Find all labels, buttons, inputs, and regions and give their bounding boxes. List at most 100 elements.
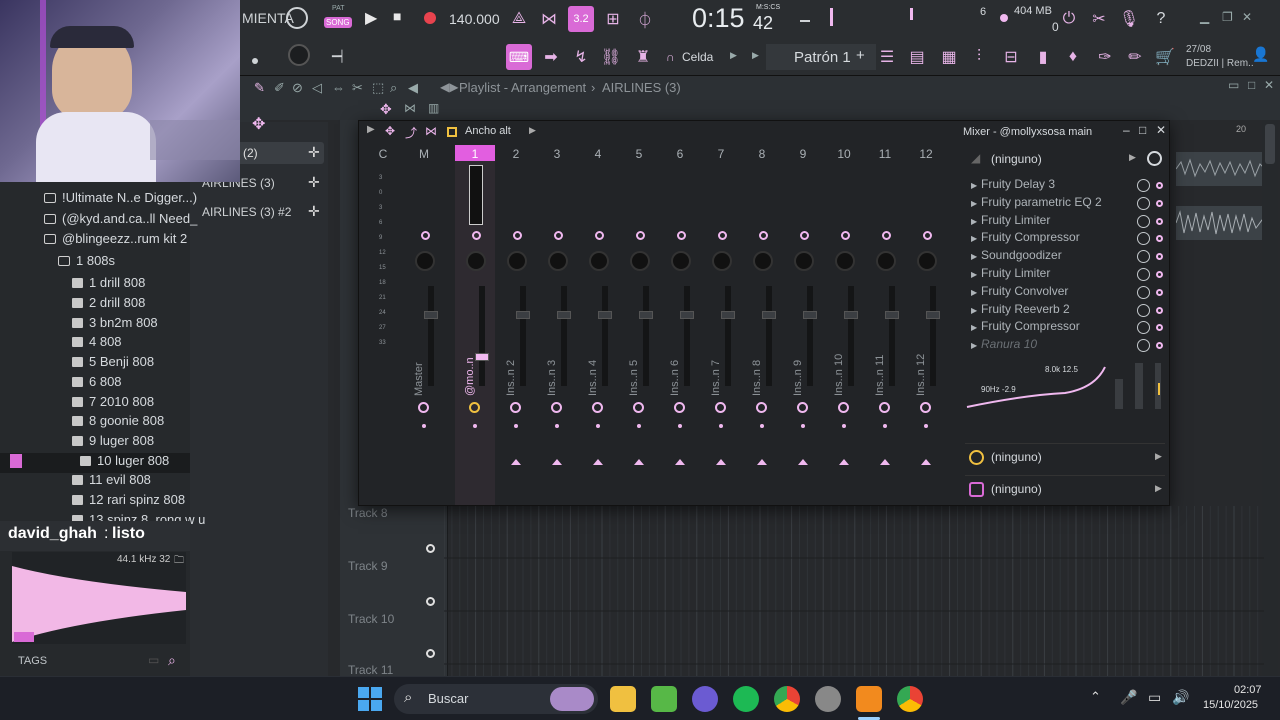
maximize-icon[interactable]: ❐ bbox=[1222, 10, 1233, 24]
channel-rack-icon[interactable]: ▦ bbox=[936, 44, 962, 70]
volume-fader[interactable] bbox=[520, 286, 526, 386]
pencil-icon[interactable]: ✎ bbox=[254, 80, 265, 96]
mix-level-knob[interactable] bbox=[1137, 179, 1150, 192]
track-mute-button[interactable] bbox=[426, 649, 435, 658]
window-maximize-icon[interactable]: □ bbox=[1248, 78, 1255, 92]
loop-record-icon[interactable]: ⏀ bbox=[632, 6, 658, 32]
help-icon[interactable]: ? bbox=[1148, 6, 1174, 32]
chrome-profile-icon[interactable] bbox=[897, 686, 923, 712]
browser-file[interactable]: 12 rari spinz 808 bbox=[0, 492, 190, 512]
fader-handle[interactable] bbox=[475, 353, 489, 361]
minimize-icon[interactable]: – bbox=[1123, 123, 1130, 137]
tempo-display[interactable]: 140.000 bbox=[445, 9, 500, 31]
zoom-icon[interactable]: ⌕ bbox=[390, 80, 397, 96]
stereo-separation-icon[interactable] bbox=[791, 281, 801, 301]
send-arrow-icon[interactable] bbox=[593, 459, 603, 465]
tray-network-icon[interactable]: ▭ bbox=[1148, 689, 1161, 706]
send-arrow-icon[interactable] bbox=[675, 459, 685, 465]
mute-led[interactable] bbox=[636, 231, 645, 240]
blend-notes-icon[interactable]: ⊞ bbox=[600, 6, 626, 32]
tray-microphone-icon[interactable]: 🎤 bbox=[1120, 689, 1137, 706]
mute-led[interactable] bbox=[882, 231, 891, 240]
stereo-separation-icon[interactable] bbox=[627, 281, 637, 301]
search-icon[interactable]: ⌕ bbox=[168, 652, 176, 669]
send-arrow-icon[interactable] bbox=[839, 459, 849, 465]
browser-file[interactable]: 10 luger 808 bbox=[0, 453, 190, 473]
fx-slot[interactable]: ▶ Soundgoodizer bbox=[965, 248, 1165, 266]
insert-strip[interactable]: 2 Ins..n 2 bbox=[496, 121, 536, 507]
spotify-icon[interactable] bbox=[733, 686, 759, 712]
volume-fader[interactable] bbox=[848, 286, 854, 386]
track-label[interactable]: Track 11 bbox=[348, 663, 393, 677]
fader-handle[interactable] bbox=[762, 311, 776, 319]
send-arrow-icon[interactable] bbox=[880, 459, 890, 465]
messenger-icon[interactable] bbox=[692, 686, 718, 712]
current-strip[interactable]: C bbox=[363, 121, 403, 507]
mix-level-knob[interactable] bbox=[1137, 285, 1150, 299]
fx-slot[interactable]: ▶ Fruity Compressor bbox=[965, 319, 1165, 337]
snap-magnet-icon[interactable]: ✥ bbox=[252, 114, 265, 134]
link-icon[interactable]: ⛓ bbox=[598, 44, 624, 70]
volume-fader[interactable] bbox=[643, 286, 649, 386]
slip-icon[interactable]: ⇔ bbox=[332, 80, 345, 95]
maximize-icon[interactable]: □ bbox=[1139, 123, 1146, 137]
stereo-separation-icon[interactable] bbox=[463, 281, 473, 301]
record-arm-icon[interactable] bbox=[418, 402, 429, 413]
mute-led[interactable] bbox=[718, 231, 727, 240]
stereo-separation-icon[interactable] bbox=[914, 281, 924, 301]
grid-icon[interactable]: ▥ bbox=[428, 101, 439, 115]
cart-icon[interactable]: 🛒 bbox=[1152, 44, 1178, 70]
piano-roll-icon[interactable]: ▤ bbox=[904, 44, 930, 70]
pan-knob[interactable] bbox=[876, 251, 896, 271]
magnet-icon[interactable]: ✥ bbox=[380, 101, 392, 118]
fader-handle[interactable] bbox=[680, 311, 694, 319]
settings-app-icon[interactable] bbox=[815, 686, 841, 712]
mix-level-knob[interactable] bbox=[1137, 232, 1150, 246]
insert-strip[interactable]: 8 Ins..n 8 bbox=[742, 121, 782, 507]
fader-handle[interactable] bbox=[885, 311, 899, 319]
record-arm-icon[interactable] bbox=[797, 402, 808, 413]
pan-knob[interactable] bbox=[548, 251, 568, 271]
output-a-selector[interactable]: (ninguno) ▶ bbox=[965, 443, 1165, 469]
volume-fader[interactable] bbox=[602, 286, 608, 386]
tray-chevron-up-icon[interactable]: ⌃ bbox=[1090, 689, 1101, 705]
microphone-icon[interactable]: 🎙 bbox=[1116, 6, 1142, 32]
volume-fader[interactable] bbox=[766, 286, 772, 386]
insert-strip[interactable]: 12 Ins..n 12 bbox=[906, 121, 946, 507]
playlist-scrollbar[interactable] bbox=[1262, 120, 1278, 676]
browser-file[interactable]: 1 drill 808 bbox=[0, 275, 190, 295]
mixer-icon[interactable]: ⫶ bbox=[966, 44, 992, 70]
audio-clip[interactable] bbox=[1175, 152, 1267, 186]
wrench-icon[interactable]: ✑ bbox=[1092, 44, 1118, 70]
select-icon[interactable]: ⬚ bbox=[372, 80, 384, 96]
send-arrow-icon[interactable] bbox=[757, 459, 767, 465]
record-arm-icon[interactable] bbox=[920, 402, 931, 413]
browser-file[interactable]: 5 Benji 808 bbox=[0, 354, 190, 374]
mute-led[interactable] bbox=[923, 231, 932, 240]
pan-knob[interactable] bbox=[507, 251, 527, 271]
draw-icon[interactable]: ↯ bbox=[568, 44, 594, 70]
browser-folder[interactable]: 1 808s bbox=[0, 253, 190, 273]
insert-strip[interactable]: 3 Ins..n 3 bbox=[537, 121, 577, 507]
solo-dot[interactable] bbox=[596, 424, 600, 428]
stereo-separation-icon[interactable] bbox=[545, 281, 555, 301]
pan-knob[interactable] bbox=[589, 251, 609, 271]
file-explorer-icon[interactable] bbox=[610, 686, 636, 712]
pattern-prev-icon[interactable]: ▶ bbox=[752, 50, 759, 61]
solo-dot[interactable] bbox=[924, 424, 928, 428]
metronome-icon[interactable]: ⟁ bbox=[506, 6, 532, 32]
pitch-slider-icon[interactable]: ━┥ bbox=[332, 50, 345, 63]
folder-icon[interactable]: ▭ bbox=[148, 653, 159, 667]
solo-dot[interactable] bbox=[883, 424, 887, 428]
fx-enable-led[interactable] bbox=[1156, 217, 1163, 225]
track-label[interactable]: Track 9 bbox=[348, 559, 388, 573]
solo-dot[interactable] bbox=[719, 424, 723, 428]
pan-knob[interactable] bbox=[671, 251, 691, 271]
eq-curve[interactable] bbox=[965, 353, 1165, 413]
fader-handle[interactable] bbox=[424, 311, 438, 319]
master-pitch-knob[interactable] bbox=[288, 44, 310, 66]
project-icon[interactable]: ▮ bbox=[1030, 44, 1056, 70]
mix-level-knob[interactable] bbox=[1137, 321, 1150, 335]
browser-folder[interactable]: @blingeezz..rum kit 2 bbox=[0, 231, 190, 251]
fl-studio-icon[interactable] bbox=[856, 686, 882, 712]
